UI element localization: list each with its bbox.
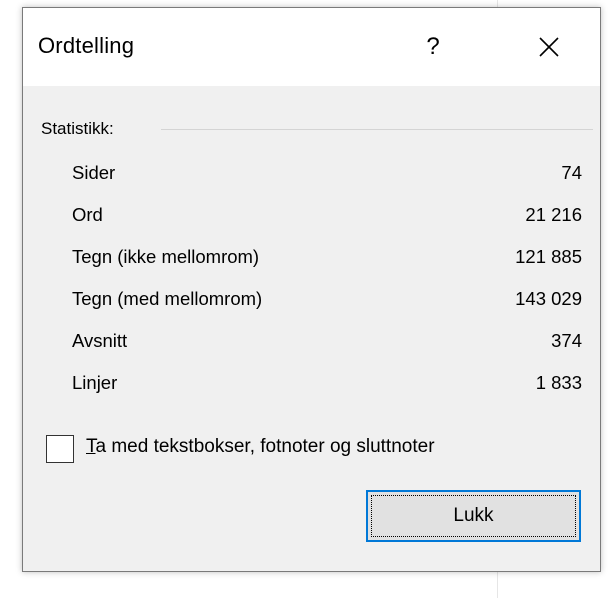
stat-row-pages: Sider 74: [72, 158, 582, 200]
stat-value: 74: [561, 162, 582, 183]
include-textboxes-label[interactable]: Ta med tekstbokser, fotnoter og sluttnot…: [86, 436, 435, 458]
dialog-titlebar: Ordtelling ?: [23, 8, 600, 86]
dialog-title: Ordtelling: [38, 33, 135, 58]
statistics-group-label: Statistikk:: [41, 119, 114, 138]
accelerator-key: T: [86, 436, 96, 457]
help-button[interactable]: ?: [403, 22, 463, 72]
help-icon: ?: [426, 33, 440, 60]
stat-label: Avsnitt: [72, 330, 128, 351]
group-divider: [161, 129, 593, 130]
stat-label: Sider: [72, 162, 116, 183]
stat-row-lines: Linjer 1 833: [72, 368, 582, 410]
stat-value: 143 029: [515, 288, 582, 309]
checkbox-label-text: a med tekstbokser, fotnoter og sluttnote…: [95, 436, 435, 457]
include-textboxes-checkbox[interactable]: [46, 435, 74, 463]
stat-label: Linjer: [72, 372, 118, 393]
stat-value: 121 885: [515, 246, 582, 267]
stat-row-paragraphs: Avsnitt 374: [72, 326, 582, 368]
stat-label: Ord: [72, 204, 103, 225]
stat-value: 374: [551, 330, 582, 351]
stat-row-chars-no-spaces: Tegn (ikke mellomrom) 121 885: [72, 242, 582, 284]
background-document-left: [0, 0, 22, 598]
stat-row-words: Ord 21 216: [72, 200, 582, 242]
statistics-list: Sider 74 Ord 21 216 Tegn (ikke mellomrom…: [72, 158, 582, 410]
stat-value: 1 833: [535, 372, 582, 393]
stat-value: 21 216: [525, 204, 582, 225]
close-button[interactable]: [519, 22, 579, 72]
word-count-dialog: Ordtelling ? Statistikk: Sider 74 Ord 21…: [22, 7, 601, 572]
close-dialog-button-label: Lukk: [453, 505, 494, 526]
close-dialog-button[interactable]: Lukk: [366, 490, 581, 542]
stat-label: Tegn (med mellomrom): [72, 288, 263, 309]
stat-label: Tegn (ikke mellomrom): [72, 246, 260, 267]
close-icon: [539, 37, 559, 57]
stat-row-chars-with-spaces: Tegn (med mellomrom) 143 029: [72, 284, 582, 326]
